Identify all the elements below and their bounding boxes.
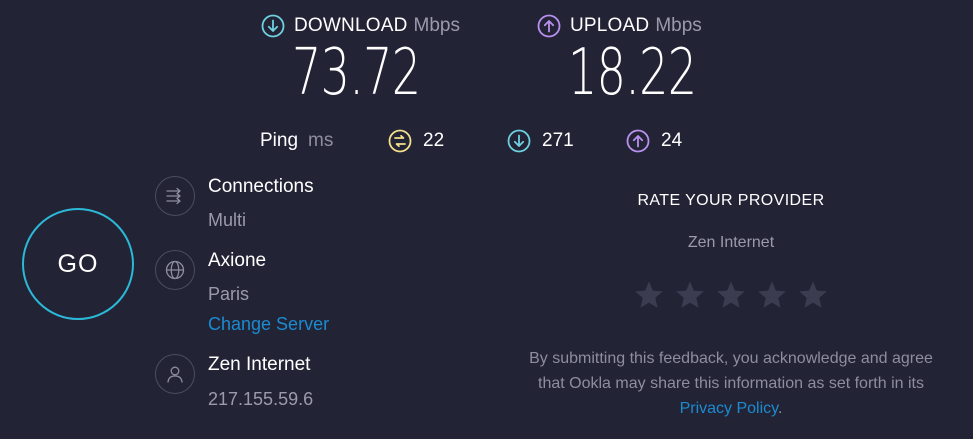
ping-idle-icon xyxy=(388,129,412,153)
provider-title: Zen Internet xyxy=(208,354,311,375)
star-icon-5[interactable] xyxy=(797,279,829,311)
download-unit: Mbps xyxy=(413,15,460,36)
star-icon-3[interactable] xyxy=(715,279,747,311)
server-location: Paris xyxy=(208,284,250,304)
ping-upload: 24 xyxy=(626,126,682,156)
star-icon-4[interactable] xyxy=(756,279,788,311)
rate-provider-name-wrap: Zen Internet xyxy=(500,234,962,252)
ping-label-group: Ping ms xyxy=(260,126,333,156)
change-server-link[interactable]: Change Server xyxy=(208,314,329,335)
feedback-disclaimer: By submitting this feedback, you acknowl… xyxy=(516,346,946,421)
arrow-down-circle-icon xyxy=(261,14,285,38)
rate-title: RATE YOUR PROVIDER xyxy=(637,192,825,209)
ping-download-value: 271 xyxy=(542,130,574,151)
upload-unit: Mbps xyxy=(655,15,702,36)
star-icon-2[interactable] xyxy=(674,279,706,311)
arrow-down-circle-icon xyxy=(507,129,531,153)
star-rating xyxy=(500,279,962,311)
user-icon xyxy=(155,354,195,394)
ping-idle-value: 22 xyxy=(423,130,445,151)
download-label: DOWNLOAD xyxy=(294,15,408,36)
star-icon-1[interactable] xyxy=(633,279,665,311)
ping-download: 271 xyxy=(507,126,574,156)
disclaimer-wrap: By submitting this feedback, you acknowl… xyxy=(516,346,946,421)
ping-label: Ping xyxy=(260,130,299,151)
ping-unit: ms xyxy=(308,130,334,151)
ping-idle: 22 xyxy=(388,126,444,156)
upload-label: UPLOAD xyxy=(570,15,650,36)
connections-title: Connections xyxy=(208,176,314,197)
rate-provider-panel: RATE YOUR PROVIDER xyxy=(500,192,962,210)
download-speed-value: 73.72 xyxy=(292,36,421,110)
ping-upload-value: 24 xyxy=(661,130,683,151)
privacy-policy-link[interactable]: Privacy Policy xyxy=(680,400,778,417)
connections-icon xyxy=(155,176,195,216)
upload-speed-value: 18.22 xyxy=(568,36,697,110)
globe-icon xyxy=(155,250,195,290)
server-title: Axione xyxy=(208,250,267,271)
arrow-up-circle-icon xyxy=(537,14,561,38)
connections-value: Multi xyxy=(208,210,247,230)
provider-ip: 217.155.59.6 xyxy=(208,389,314,409)
disclaimer-end: . xyxy=(777,400,783,417)
rate-provider-name: Zen Internet xyxy=(687,234,775,251)
disclaimer-text: By submitting this feedback, you acknowl… xyxy=(529,350,933,392)
arrow-up-circle-icon xyxy=(626,129,650,153)
go-button[interactable]: GO xyxy=(22,208,134,320)
